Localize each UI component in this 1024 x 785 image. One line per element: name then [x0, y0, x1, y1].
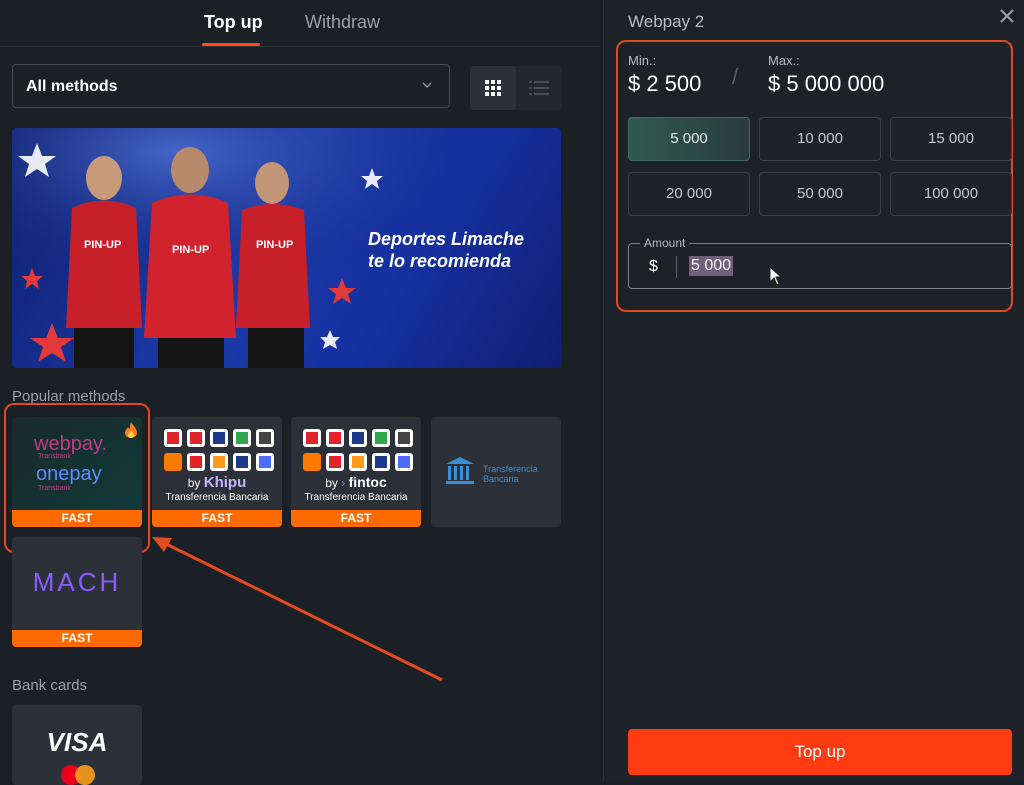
deposit-panel: Webpay 2 Min.: $ 2 500 / Max.: $ 5 000 0… [603, 0, 1024, 781]
payment-methods-panel: Top up Withdraw All methods PIN-UP PIN-U… [0, 0, 600, 785]
max-label: Max.: [768, 53, 800, 68]
currency-symbol: $ [649, 258, 658, 275]
field-divider [676, 256, 677, 278]
amount-input[interactable]: 5 000 [689, 256, 734, 276]
panel-title: Webpay 2 [628, 12, 705, 31]
limits-separator: / [732, 64, 739, 89]
top-up-submit-button[interactable]: Top up [628, 729, 1012, 775]
min-value: $ 2 500 [628, 71, 702, 96]
amount-preset-50000[interactable]: 50 000 [759, 172, 881, 216]
amount-preset-10000[interactable]: 10 000 [759, 117, 881, 161]
min-label: Min.: [628, 53, 657, 68]
amount-preset-100000[interactable]: 100 000 [890, 172, 1012, 216]
amount-label: Amount [640, 236, 690, 250]
max-value: $ 5 000 000 [768, 71, 885, 96]
mouse-cursor-icon [769, 266, 783, 286]
amount-preset-20000[interactable]: 20 000 [628, 172, 750, 216]
amount-preset-5000[interactable]: 5 000 [628, 117, 750, 161]
amount-preset-15000[interactable]: 15 000 [890, 117, 1012, 161]
close-icon[interactable] [997, 6, 1017, 26]
annotation-arrow-icon [152, 537, 443, 682]
